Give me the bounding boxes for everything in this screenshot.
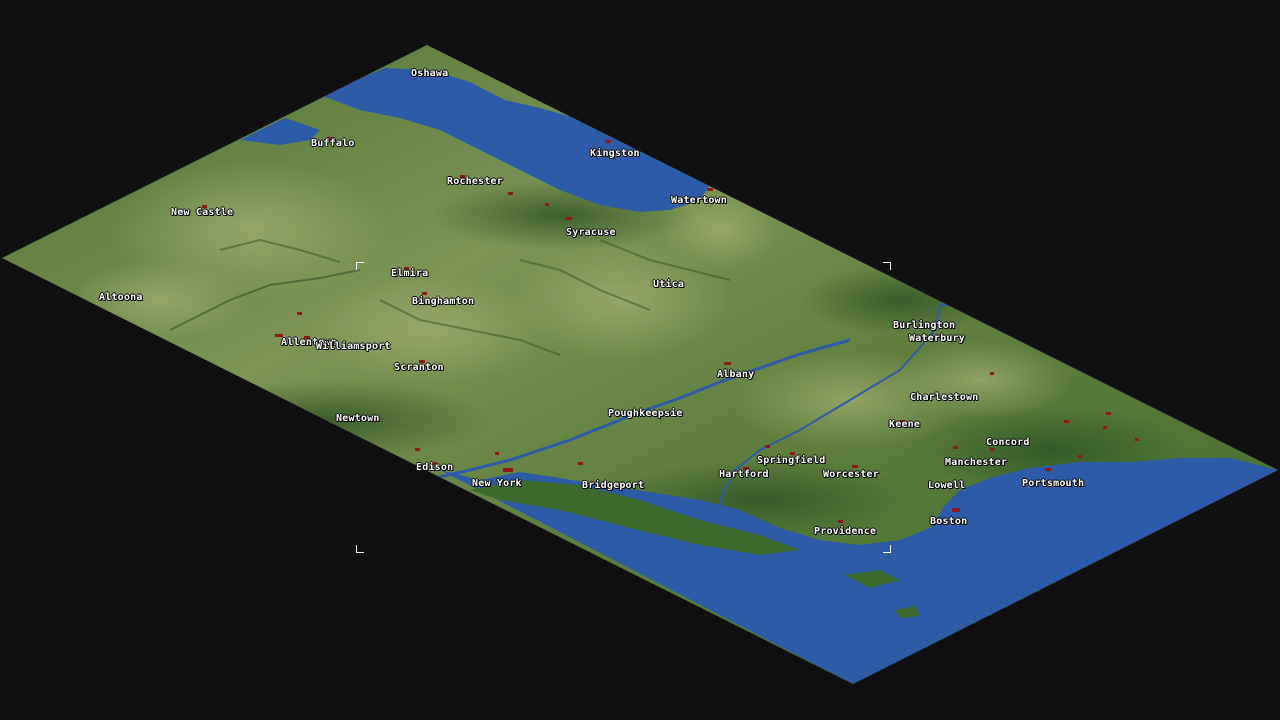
selection-corner-bottom-left	[356, 545, 364, 553]
city-label-rochester[interactable]: Rochester	[447, 176, 503, 188]
city-label-new-castle[interactable]: New Castle	[171, 207, 233, 219]
city-label-elmira[interactable]: Elmira	[391, 268, 428, 280]
city-label-burlington[interactable]: Burlington	[893, 320, 955, 332]
city-label-binghamton[interactable]: Binghamton	[412, 296, 474, 308]
city-label-bridgeport[interactable]: Bridgeport	[582, 480, 644, 492]
city-label-edison[interactable]: Edison	[416, 462, 453, 474]
city-label-altoona[interactable]: Altoona	[99, 292, 143, 304]
city-label-scranton[interactable]: Scranton	[394, 362, 444, 374]
city-label-oshawa[interactable]: Oshawa	[411, 68, 448, 80]
city-label-buffalo[interactable]: Buffalo	[311, 138, 355, 150]
city-label-manchester[interactable]: Manchester	[945, 457, 1007, 469]
city-label-williamsport[interactable]: Williamsport	[316, 341, 391, 353]
city-label-albany[interactable]: Albany	[717, 369, 754, 381]
city-label-syracuse[interactable]: Syracuse	[566, 227, 616, 239]
land-area[interactable]	[2, 45, 1278, 684]
city-label-concord[interactable]: Concord	[986, 437, 1030, 449]
selection-corner-top-right	[883, 262, 891, 270]
city-label-newtown[interactable]: Newtown	[336, 413, 380, 425]
city-label-kingston[interactable]: Kingston	[590, 148, 640, 160]
selection-corner-bottom-right	[883, 545, 891, 553]
city-label-boston[interactable]: Boston	[930, 516, 967, 528]
city-label-providence[interactable]: Providence	[814, 526, 876, 538]
city-label-watertown[interactable]: Watertown	[671, 195, 727, 207]
city-label-springfield[interactable]: Springfield	[757, 455, 825, 467]
city-label-poughkeepsie[interactable]: Poughkeepsie	[608, 408, 683, 420]
city-label-hartford[interactable]: Hartford	[719, 469, 769, 481]
city-label-portsmouth[interactable]: Portsmouth	[1022, 478, 1084, 490]
city-label-worcester[interactable]: Worcester	[823, 469, 879, 481]
map-view[interactable]: Oshawa Buffalo Kingston Rochester Watert…	[0, 0, 1280, 720]
city-label-lowell[interactable]: Lowell	[928, 480, 965, 492]
city-label-new-york[interactable]: New York	[472, 478, 522, 490]
map-canvas[interactable]	[0, 0, 1280, 720]
selection-corner-top-left	[356, 262, 364, 270]
city-label-charlestown[interactable]: Charlestown	[910, 392, 978, 404]
city-label-keene[interactable]: Keene	[889, 419, 920, 431]
city-label-waterbury[interactable]: Waterbury	[909, 333, 965, 345]
city-label-utica[interactable]: Utica	[653, 279, 684, 291]
